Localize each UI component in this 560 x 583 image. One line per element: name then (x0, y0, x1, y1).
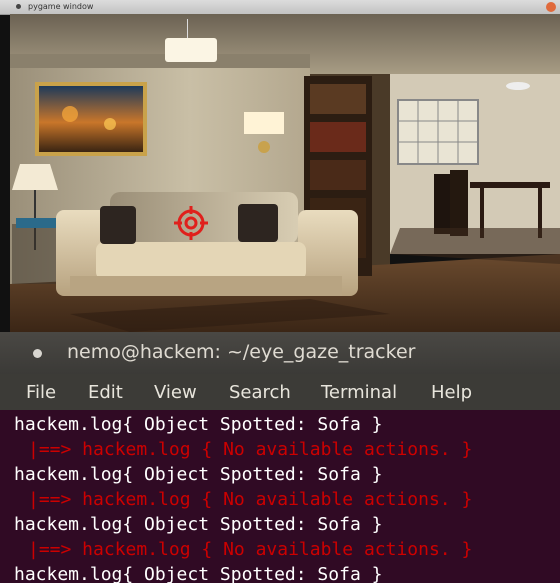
log-line-error: |==> hackem.log { No available actions. … (28, 489, 473, 510)
menu-file[interactable]: File (26, 382, 56, 403)
terminal-titlebar[interactable]: nemo@hackem: ~/eye_gaze_tracker (0, 332, 560, 374)
crosshair-target-icon (174, 206, 208, 240)
terminal-menubar: File Edit View Search Terminal Help (0, 374, 560, 410)
menu-edit[interactable]: Edit (88, 382, 123, 403)
terminal-title: nemo@hackem: ~/eye_gaze_tracker (67, 341, 416, 363)
living-room-scene (10, 14, 560, 332)
menu-help[interactable]: Help (431, 382, 472, 403)
pygame-window: pygame window (0, 0, 560, 332)
menu-terminal[interactable]: Terminal (321, 382, 397, 403)
pygame-window-title: pygame window (28, 2, 94, 11)
menu-search[interactable]: Search (229, 382, 291, 403)
log-line-error: |==> hackem.log { No available actions. … (28, 539, 473, 560)
log-line: hackem.log{ Object Spotted: Sofa } (14, 514, 383, 535)
log-line: hackem.log{ Object Spotted: Sofa } (14, 414, 383, 435)
log-line: hackem.log{ Object Spotted: Sofa } (14, 464, 383, 485)
pygame-canvas[interactable] (10, 14, 560, 332)
window-menu-icon[interactable] (33, 349, 42, 358)
pygame-titlebar[interactable]: pygame window (0, 0, 560, 15)
window-menu-icon[interactable] (16, 4, 21, 9)
terminal-output[interactable]: hackem.log{ Object Spotted: Sofa } |==> … (0, 410, 560, 583)
log-line: hackem.log{ Object Spotted: Sofa } (14, 564, 383, 583)
log-line-error: |==> hackem.log { No available actions. … (28, 439, 473, 460)
close-icon[interactable] (546, 2, 556, 12)
menu-view[interactable]: View (154, 382, 197, 403)
terminal-window: nemo@hackem: ~/eye_gaze_tracker File Edi… (0, 332, 560, 583)
